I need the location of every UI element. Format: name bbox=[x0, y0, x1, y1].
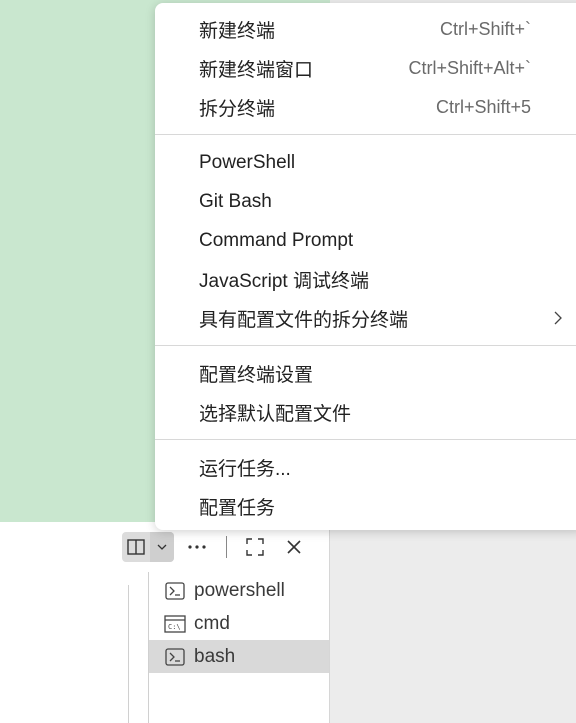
svg-text:C:\: C:\ bbox=[168, 623, 181, 631]
chevron-down-icon[interactable] bbox=[150, 532, 174, 562]
terminal-label: bash bbox=[194, 645, 236, 667]
menu-item-label: PowerShell bbox=[199, 151, 296, 173]
chevron-right-icon bbox=[552, 309, 564, 333]
menu-item-label: JavaScript 调试终端 bbox=[199, 271, 369, 292]
terminal-label: powershell bbox=[194, 579, 285, 601]
split-terminal-icon bbox=[122, 532, 150, 562]
menu-item-shortcut: Ctrl+Shift+Alt+` bbox=[408, 58, 531, 78]
menu-item-new-terminal-window[interactable]: 新建终端窗口 Ctrl+Shift+Alt+` bbox=[155, 49, 576, 88]
panel-border bbox=[128, 585, 129, 723]
menu-item-shortcut: Ctrl+Shift+5 bbox=[435, 97, 531, 117]
menu-item-label: 运行任务... bbox=[199, 459, 291, 480]
menu-item-configure-terminal-settings[interactable]: 配置终端设置 bbox=[155, 354, 576, 393]
menu-item-powershell[interactable]: PowerShell bbox=[155, 143, 576, 182]
menu-separator bbox=[155, 439, 576, 440]
menu-separator bbox=[155, 134, 576, 135]
maximize-icon[interactable] bbox=[242, 532, 268, 562]
menu-item-label: 选择默认配置文件 bbox=[199, 404, 352, 425]
menu-item-label: Git Bash bbox=[199, 190, 272, 212]
menu-item-configure-tasks[interactable]: 配置任务 bbox=[155, 487, 576, 526]
menu-item-command-prompt[interactable]: Command Prompt bbox=[155, 221, 576, 260]
terminal-item-cmd[interactable]: C:\ cmd bbox=[149, 607, 329, 640]
menu-item-split-terminal[interactable]: 拆分终端 Ctrl+Shift+5 bbox=[155, 88, 576, 127]
menu-item-label: 具有配置文件的拆分终端 bbox=[199, 310, 409, 331]
menu-item-label: 配置任务 bbox=[199, 498, 276, 519]
menu-item-split-with-profile[interactable]: 具有配置文件的拆分终端 bbox=[155, 299, 576, 338]
menu-item-run-task[interactable]: 运行任务... bbox=[155, 448, 576, 487]
terminal-icon bbox=[164, 581, 186, 601]
more-icon[interactable] bbox=[184, 532, 210, 562]
terminal-context-menu: 新建终端 Ctrl+Shift+` 新建终端窗口 Ctrl+Shift+Alt+… bbox=[155, 3, 576, 530]
terminal-item-bash[interactable]: bash bbox=[149, 640, 329, 673]
split-terminal-button[interactable] bbox=[122, 532, 174, 562]
close-icon[interactable] bbox=[281, 532, 307, 562]
menu-item-label: 新建终端窗口 bbox=[199, 60, 314, 81]
menu-item-label: 配置终端设置 bbox=[199, 365, 314, 386]
toolbar-separator bbox=[226, 536, 227, 558]
cmd-icon: C:\ bbox=[164, 614, 186, 634]
menu-item-git-bash[interactable]: Git Bash bbox=[155, 182, 576, 221]
panel-divider bbox=[329, 522, 330, 723]
menu-item-select-default-profile[interactable]: 选择默认配置文件 bbox=[155, 393, 576, 432]
menu-item-new-terminal[interactable]: 新建终端 Ctrl+Shift+` bbox=[155, 10, 576, 49]
terminal-label: cmd bbox=[194, 612, 230, 634]
terminal-item-powershell[interactable]: powershell bbox=[149, 574, 329, 607]
terminal-icon bbox=[164, 647, 186, 667]
menu-item-label: Command Prompt bbox=[199, 229, 354, 251]
menu-item-javascript-debug-terminal[interactable]: JavaScript 调试终端 bbox=[155, 260, 576, 299]
menu-item-label: 新建终端 bbox=[199, 21, 276, 42]
menu-separator bbox=[155, 345, 576, 346]
menu-item-shortcut: Ctrl+Shift+` bbox=[439, 19, 531, 39]
menu-item-label: 拆分终端 bbox=[199, 99, 276, 120]
